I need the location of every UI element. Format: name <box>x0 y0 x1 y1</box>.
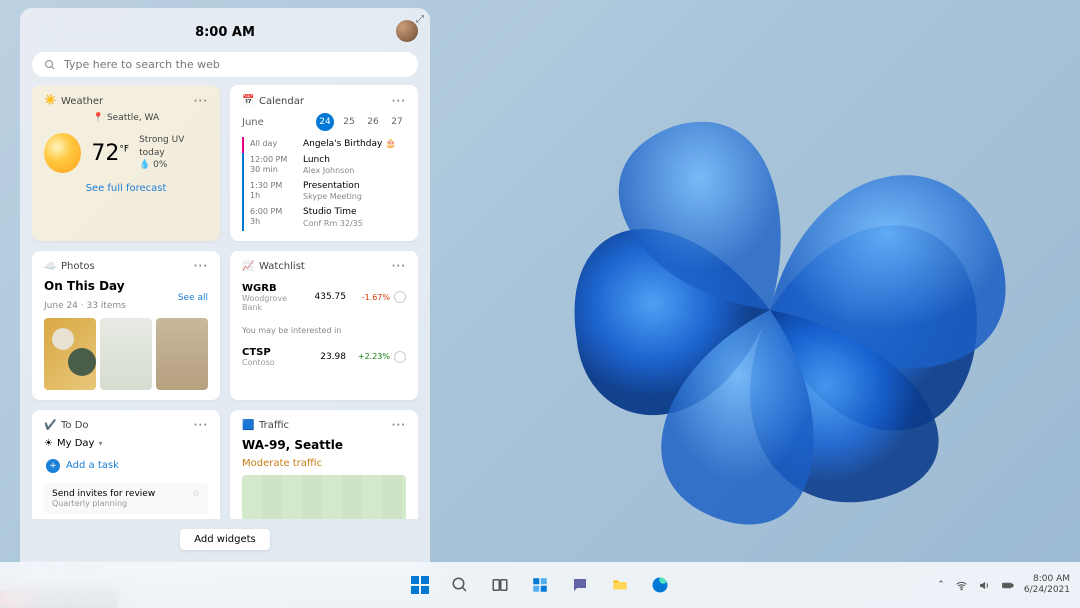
more-icon[interactable]: ··· <box>392 420 406 431</box>
explorer-button[interactable] <box>603 568 637 602</box>
photos-widget[interactable]: ☁️Photos··· On This Day June 24 · 33 ite… <box>32 251 220 400</box>
photos-icon: ☁️ <box>44 261 56 273</box>
calendar-event[interactable]: 6:00 PM3hStudio TimeConf Rm 32/35 <box>242 205 406 231</box>
plus-icon: + <box>46 459 60 473</box>
calendar-day[interactable]: 27 <box>388 113 406 131</box>
edge-button[interactable] <box>643 568 677 602</box>
star-icon[interactable]: ☆ <box>192 489 200 508</box>
sun-icon <box>44 133 81 173</box>
taskbar-clock[interactable]: 8:00 AM6/24/2021 <box>1024 574 1070 596</box>
more-icon[interactable]: ··· <box>194 420 208 431</box>
panel-time: 8:00 AM <box>195 25 255 40</box>
todo-list-picker[interactable]: ☀ My Day <box>44 438 208 449</box>
chat-button[interactable] <box>563 568 597 602</box>
chevron-up-icon[interactable]: ⌃ <box>937 580 945 590</box>
volume-icon[interactable] <box>978 579 991 592</box>
traffic-widget[interactable]: 🟦Traffic··· WA-99, Seattle Moderate traf… <box>230 410 418 519</box>
weather-widget[interactable]: ☀️Weather··· 📍 Seattle, WA 72°F Strong U… <box>32 85 220 241</box>
calendar-day[interactable]: 26 <box>364 113 382 131</box>
task-item[interactable]: Send invites for reviewQuarterly plannin… <box>44 483 208 514</box>
calendar-event[interactable]: 12:00 PM30 minLunchAlex Johnson <box>242 153 406 179</box>
start-button[interactable] <box>403 568 437 602</box>
more-icon[interactable]: ··· <box>392 261 406 272</box>
add-task-button[interactable]: +Add a task <box>44 455 208 477</box>
system-tray[interactable]: ⌃ 8:00 AM6/24/2021 <box>937 574 1070 596</box>
wifi-icon[interactable] <box>955 579 968 592</box>
add-widgets-button[interactable]: Add widgets <box>180 529 269 550</box>
widgets-panel: ⤢ 8:00 AM Type here to search the web ☀️… <box>20 8 430 586</box>
more-icon[interactable]: ··· <box>194 261 208 272</box>
stock-row[interactable]: WGRBWoodgrove Bank435.75-1.67% <box>242 279 406 316</box>
todo-widget[interactable]: ✔️To Do··· ☀ My Day +Add a task Send inv… <box>32 410 220 519</box>
expand-icon[interactable]: ⤢ <box>416 14 424 25</box>
stock-row[interactable]: CTSPContoso23.98+2.23% <box>242 343 406 371</box>
watchlist-widget[interactable]: 📈Watchlist··· WGRBWoodgrove Bank435.75-1… <box>230 251 418 400</box>
widgets-button[interactable] <box>523 568 557 602</box>
weather-icon: ☀️ <box>44 95 56 107</box>
traffic-map <box>242 475 406 519</box>
search-button[interactable] <box>443 568 477 602</box>
see-all-link[interactable]: See all <box>178 293 208 303</box>
calendar-event[interactable]: All dayAngela's Birthday 🎂 <box>242 137 406 153</box>
calendar-day[interactable]: 25 <box>340 113 358 131</box>
taskview-button[interactable] <box>483 568 517 602</box>
calendar-day[interactable]: 24 <box>316 113 334 131</box>
calendar-widget[interactable]: 📅Calendar··· June24252627 All dayAngela'… <box>230 85 418 241</box>
calendar-icon: 📅 <box>242 95 254 107</box>
stocks-icon: 📈 <box>242 261 254 273</box>
weather-temp: 72°F <box>91 141 129 166</box>
more-icon[interactable]: ··· <box>392 96 406 107</box>
taskbar: ⌃ 8:00 AM6/24/2021 <box>0 562 1080 608</box>
calendar-event[interactable]: 1:30 PM1hPresentationSkype Meeting <box>242 179 406 205</box>
search-icon <box>44 59 56 71</box>
traffic-icon: 🟦 <box>242 420 254 432</box>
battery-icon[interactable] <box>1001 579 1014 592</box>
forecast-link[interactable]: See full forecast <box>44 183 208 194</box>
more-icon[interactable]: ··· <box>194 96 208 107</box>
avatar[interactable] <box>396 20 418 42</box>
search-input[interactable]: Type here to search the web <box>32 52 418 77</box>
todo-icon: ✔️ <box>44 420 56 432</box>
